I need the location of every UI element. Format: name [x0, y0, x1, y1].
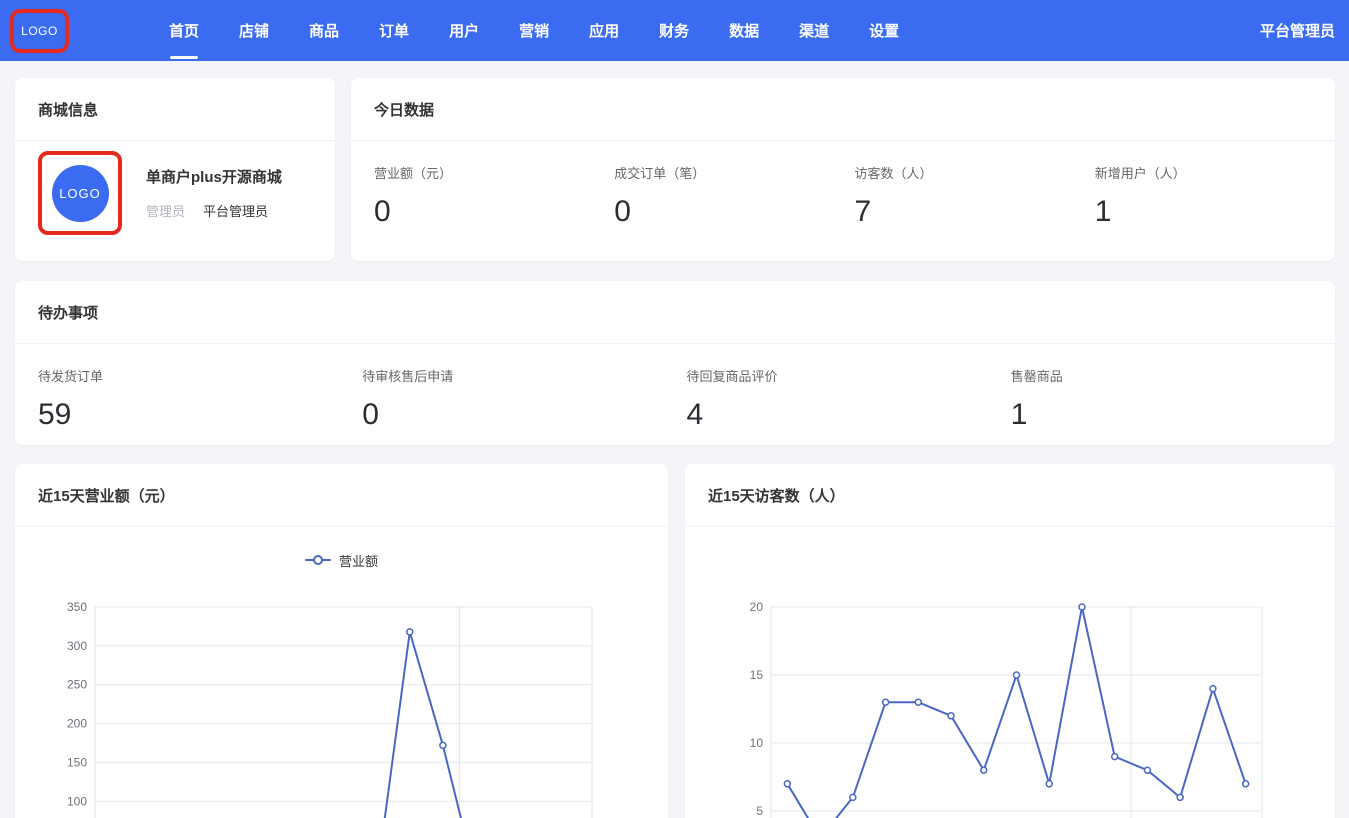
revenue-line-chart: 350 300 250 200 150 100 — [15, 597, 668, 818]
today-data-card-header: 今日数据 — [351, 78, 1335, 141]
nav-item-data[interactable]: 数据 — [729, 0, 759, 61]
main-nav: 首页 店铺 商品 订单 用户 营销 应用 财务 数据 渠道 设置 — [169, 0, 899, 61]
stat-completed-orders: 成交订单（笔） 0 — [614, 163, 854, 229]
todo-card-header: 待办事项 — [15, 281, 1335, 344]
role-label: 管理员 — [146, 201, 185, 220]
mall-info-card-header: 商城信息 — [15, 78, 335, 141]
top-navbar: LOGO 首页 店铺 商品 订单 用户 营销 应用 财务 数据 渠道 设置 平台… — [0, 0, 1349, 61]
stat-turnover: 营业额（元） 0 — [374, 163, 614, 229]
nav-item-marketing[interactable]: 营销 — [519, 0, 549, 61]
dashboard-page: 商城信息 LOGO 单商户plus开源商城 管理员 平台管理员 今日数据 — [0, 61, 1349, 818]
svg-text:200: 200 — [67, 717, 87, 731]
todo-pending-shipment[interactable]: 待发货订单 59 — [38, 366, 362, 432]
nav-item-app[interactable]: 应用 — [589, 0, 619, 61]
todo-sold-out-products[interactable]: 售罄商品 1 — [1011, 366, 1335, 432]
mall-name: 单商户plus开源商城 — [146, 166, 282, 187]
todo-pending-review-reply[interactable]: 待回复商品评价 4 — [687, 366, 1011, 432]
nav-item-settings[interactable]: 设置 — [869, 0, 899, 61]
revenue-legend-item[interactable]: 营业额 — [15, 553, 668, 567]
mall-logo-avatar: LOGO — [52, 165, 109, 222]
visitors-chart-card: 近15天访客数（人） 20 15 10 5 — [685, 464, 1335, 818]
nav-item-product[interactable]: 商品 — [309, 0, 339, 61]
svg-text:15: 15 — [750, 668, 764, 682]
svg-text:5: 5 — [756, 804, 763, 818]
stat-new-users: 新增用户（人） 1 — [1095, 163, 1335, 229]
svg-text:250: 250 — [67, 678, 87, 692]
logo[interactable]: LOGO — [21, 24, 58, 38]
revenue-chart-card-header: 近15天营业额（元） — [15, 464, 668, 527]
revenue-chart-card: 近15天营业额（元） 营业额 350 300 250 200 150 100 — [15, 464, 668, 818]
visitors-chart-card-header: 近15天访客数（人） — [685, 464, 1335, 527]
active-tab-underline — [170, 56, 198, 59]
revenue-chart-title: 近15天营业额（元） — [38, 485, 175, 506]
mall-info-title: 商城信息 — [38, 99, 98, 120]
todo-title: 待办事项 — [38, 302, 98, 323]
visitors-line-chart: 20 15 10 5 — [685, 597, 1335, 818]
todo-pending-aftersale-review[interactable]: 待审核售后申请 0 — [362, 366, 686, 432]
current-user-menu[interactable]: 平台管理员 — [1260, 20, 1335, 41]
nav-item-order[interactable]: 订单 — [379, 0, 409, 61]
today-data-title: 今日数据 — [374, 99, 434, 120]
role-value: 平台管理员 — [203, 201, 268, 220]
nav-item-finance[interactable]: 财务 — [659, 0, 689, 61]
stat-visitors: 访客数（人） 7 — [855, 163, 1095, 229]
visitors-chart-title: 近15天访客数（人） — [708, 485, 845, 506]
today-data-card: 今日数据 营业额（元） 0 成交订单（笔） 0 访客数（人） 7 新增用户（人）… — [351, 78, 1335, 261]
logo-annotation-highlight-box: LOGO — [10, 9, 69, 53]
svg-text:100: 100 — [67, 794, 87, 808]
svg-text:20: 20 — [750, 600, 764, 614]
nav-item-channel[interactable]: 渠道 — [799, 0, 829, 61]
svg-text:300: 300 — [67, 639, 87, 653]
svg-text:350: 350 — [67, 600, 87, 614]
avatar-annotation-highlight-box: LOGO — [38, 151, 122, 235]
mall-info-card: 商城信息 LOGO 单商户plus开源商城 管理员 平台管理员 — [15, 78, 335, 261]
nav-item-home[interactable]: 首页 — [169, 0, 199, 61]
legend-label: 营业额 — [339, 551, 378, 570]
svg-text:150: 150 — [67, 755, 87, 769]
nav-item-user[interactable]: 用户 — [449, 0, 479, 61]
line-series-legend-icon — [305, 555, 331, 565]
todo-card: 待办事项 待发货订单 59 待审核售后申请 0 待回复商品评价 4 售罄商品 1 — [15, 281, 1335, 445]
svg-text:10: 10 — [750, 736, 764, 750]
nav-item-shop[interactable]: 店铺 — [239, 0, 269, 61]
